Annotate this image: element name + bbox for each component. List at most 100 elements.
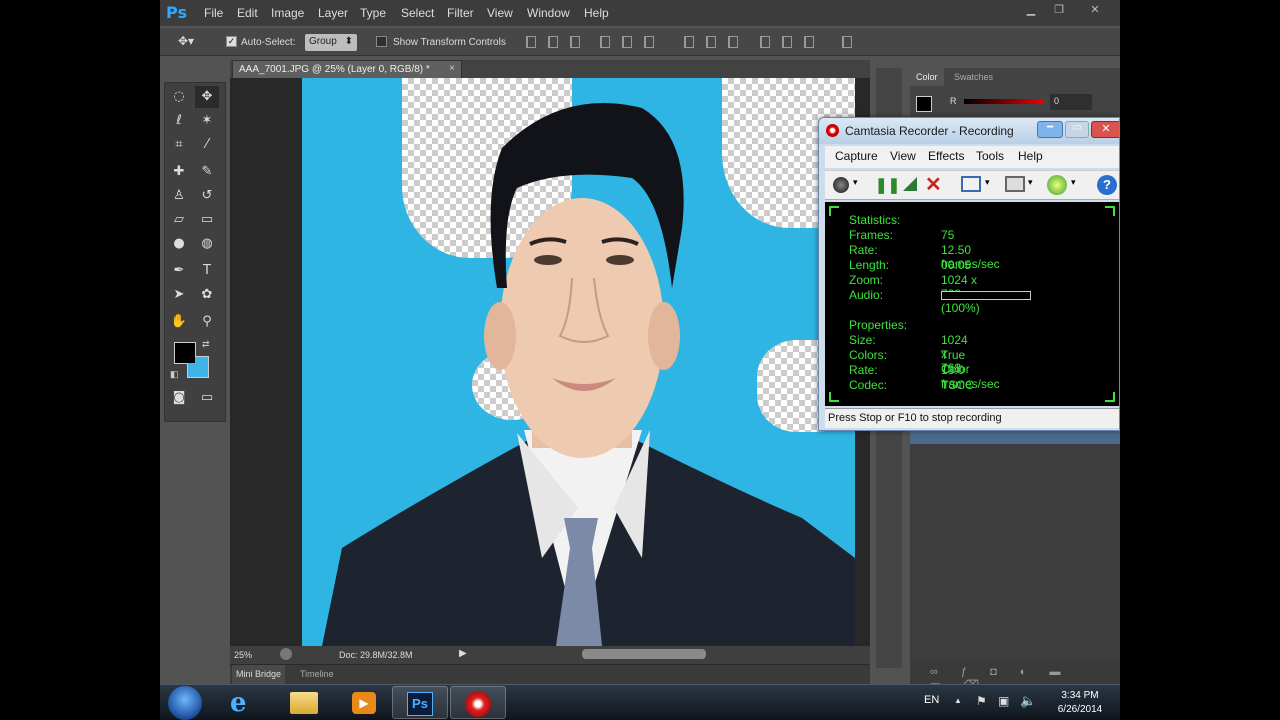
gradient-tool-icon[interactable]: ▭	[195, 209, 219, 231]
distribute-bottom-icon[interactable]	[728, 36, 738, 48]
align-vcenter-icon[interactable]	[548, 36, 558, 48]
path-selection-icon[interactable]: ➤	[167, 284, 191, 306]
type-tool-icon[interactable]: T	[195, 260, 219, 282]
pen-tool-icon[interactable]: ✒	[167, 260, 191, 282]
distribute-hcenter-icon[interactable]	[782, 36, 792, 48]
move-tool-preset-icon[interactable]: ✥▾	[178, 34, 194, 48]
menu-file[interactable]: File	[204, 6, 223, 20]
eraser-tool-icon[interactable]: ▱	[167, 209, 191, 231]
move-tool-icon[interactable]: ✥	[195, 86, 219, 108]
screen-area-icon[interactable]	[961, 176, 981, 192]
taskbar-photoshop-button[interactable]: Ps	[392, 686, 448, 719]
brush-tool-icon[interactable]: ✎	[195, 161, 219, 183]
menu-window[interactable]: Window	[527, 6, 570, 20]
restore-icon[interactable]: ❐	[1048, 3, 1070, 17]
record-icon[interactable]	[833, 177, 849, 193]
eyedropper-icon[interactable]: ⁄	[195, 134, 219, 156]
blur-tool-icon[interactable]: ●	[167, 233, 191, 255]
menu-image[interactable]: Image	[271, 6, 304, 20]
start-button-icon[interactable]	[168, 686, 202, 720]
lasso-tool-icon[interactable]: ℓ	[167, 110, 191, 132]
zoom-tool-icon[interactable]: ⚲	[195, 311, 219, 333]
menu-help[interactable]: Help	[584, 6, 609, 20]
document-tab[interactable]: AAA_7001.JPG @ 25% (Layer 0, RGB/8) * ×	[232, 60, 462, 78]
webcam-dropdown-icon[interactable]: ▾	[1028, 177, 1033, 188]
distribute-left-icon[interactable]	[760, 36, 770, 48]
align-left-icon[interactable]	[600, 36, 610, 48]
align-top-icon[interactable]	[526, 36, 536, 48]
camtasia-title-bar[interactable]: Camtasia Recorder - Recording ━ ▭ ✕	[819, 118, 1119, 144]
hand-tool-icon[interactable]: ✋	[167, 311, 191, 333]
record-dropdown-icon[interactable]: ▾	[853, 177, 858, 188]
menu-select[interactable]: Select	[401, 6, 434, 20]
taskbar-ie-button[interactable]: e	[216, 686, 272, 719]
system-clock[interactable]: 3:34 PM 6/26/2014	[1045, 689, 1115, 717]
network-icon[interactable]: ▣	[998, 694, 1009, 708]
auto-select-checkbox[interactable]: ✓	[226, 36, 237, 47]
tab-swatches[interactable]: Swatches	[954, 72, 993, 82]
show-transform-checkbox[interactable]	[376, 36, 387, 47]
camtasia-menu-view[interactable]: View	[890, 149, 916, 163]
camtasia-menu-tools[interactable]: Tools	[976, 149, 1004, 163]
auto-select-target-dropdown[interactable]: Group ⬍	[305, 34, 357, 51]
menu-edit[interactable]: Edit	[237, 6, 258, 20]
action-center-flag-icon[interactable]: ⚑	[976, 694, 987, 708]
distribute-vcenter-icon[interactable]	[706, 36, 716, 48]
dodge-tool-icon[interactable]: ◍	[195, 233, 219, 255]
camtasia-menu-effects[interactable]: Effects	[928, 149, 964, 163]
red-channel-slider[interactable]	[964, 99, 1044, 104]
distribute-top-icon[interactable]	[684, 36, 694, 48]
help-icon[interactable]: ?	[1097, 175, 1117, 195]
canvas-area[interactable]	[230, 78, 870, 646]
menu-view[interactable]: View	[487, 6, 513, 20]
magic-wand-icon[interactable]: ✶	[195, 110, 219, 132]
marquee-tool-icon[interactable]: ◌	[167, 86, 191, 108]
tab-timeline[interactable]: Timeline	[300, 669, 334, 679]
menu-type[interactable]: Type	[360, 6, 386, 20]
screen-mode-icon[interactable]: ▭	[195, 387, 219, 409]
taskbar-media-button[interactable]: ▶	[336, 686, 392, 719]
align-bottom-icon[interactable]	[570, 36, 580, 48]
close-icon[interactable]: ✕	[1084, 3, 1106, 17]
zoom-level[interactable]: 25%	[234, 650, 252, 660]
default-colors-icon[interactable]: ◧	[170, 369, 179, 380]
show-hidden-icons[interactable]: ▲	[954, 696, 962, 705]
camtasia-maximize-button[interactable]: ▭	[1065, 121, 1089, 138]
tab-color[interactable]: Color	[910, 68, 944, 86]
horizontal-scrollbar-thumb[interactable]	[582, 649, 706, 659]
healing-brush-icon[interactable]: ✚	[167, 161, 191, 183]
camtasia-menu-help[interactable]: Help	[1018, 149, 1043, 163]
camtasia-menu-capture[interactable]: Capture	[835, 149, 878, 163]
effects-icon[interactable]	[1047, 175, 1067, 195]
stop-icon[interactable]	[903, 177, 917, 191]
document-tab-close[interactable]: ×	[449, 63, 455, 74]
volume-icon[interactable]: 🔈	[1020, 693, 1036, 709]
crop-tool-icon[interactable]: ⌗	[167, 134, 191, 156]
webcam-icon[interactable]	[1005, 176, 1025, 192]
clone-stamp-icon[interactable]: ♙	[167, 185, 191, 207]
screen-area-dropdown-icon[interactable]: ▾	[985, 177, 990, 188]
layers-footer-icons[interactable]: ∞ ƒ ◘ ◐ ▬ ▭ ⌫	[910, 662, 1120, 684]
taskbar-explorer-button[interactable]	[276, 686, 332, 719]
align-hcenter-icon[interactable]	[622, 36, 632, 48]
language-indicator[interactable]: EN	[924, 694, 939, 706]
quick-mask-icon[interactable]: ◙	[167, 387, 191, 409]
menu-filter[interactable]: Filter	[447, 6, 474, 20]
menu-layer[interactable]: Layer	[318, 6, 348, 20]
tab-mini-bridge[interactable]: Mini Bridge	[232, 665, 286, 684]
distribute-right-icon[interactable]	[804, 36, 814, 48]
taskbar-camtasia-button[interactable]	[450, 686, 506, 719]
status-menu-arrow-icon[interactable]: ▶	[459, 648, 467, 659]
red-channel-value[interactable]: 0	[1050, 94, 1092, 110]
history-brush-icon[interactable]: ↺	[195, 185, 219, 207]
auto-align-icon[interactable]	[842, 36, 852, 48]
share-icon[interactable]	[280, 648, 292, 660]
camtasia-minimize-button[interactable]: ━	[1037, 121, 1063, 138]
shape-tool-icon[interactable]: ✿	[195, 284, 219, 306]
color-panel-fg-swatch[interactable]	[916, 96, 932, 112]
effects-dropdown-icon[interactable]: ▾	[1071, 177, 1076, 188]
delete-icon[interactable]: ✕	[925, 172, 942, 197]
pause-icon[interactable]: ❚❚	[875, 176, 900, 194]
camtasia-close-button[interactable]: ✕	[1091, 121, 1119, 138]
align-right-icon[interactable]	[644, 36, 654, 48]
